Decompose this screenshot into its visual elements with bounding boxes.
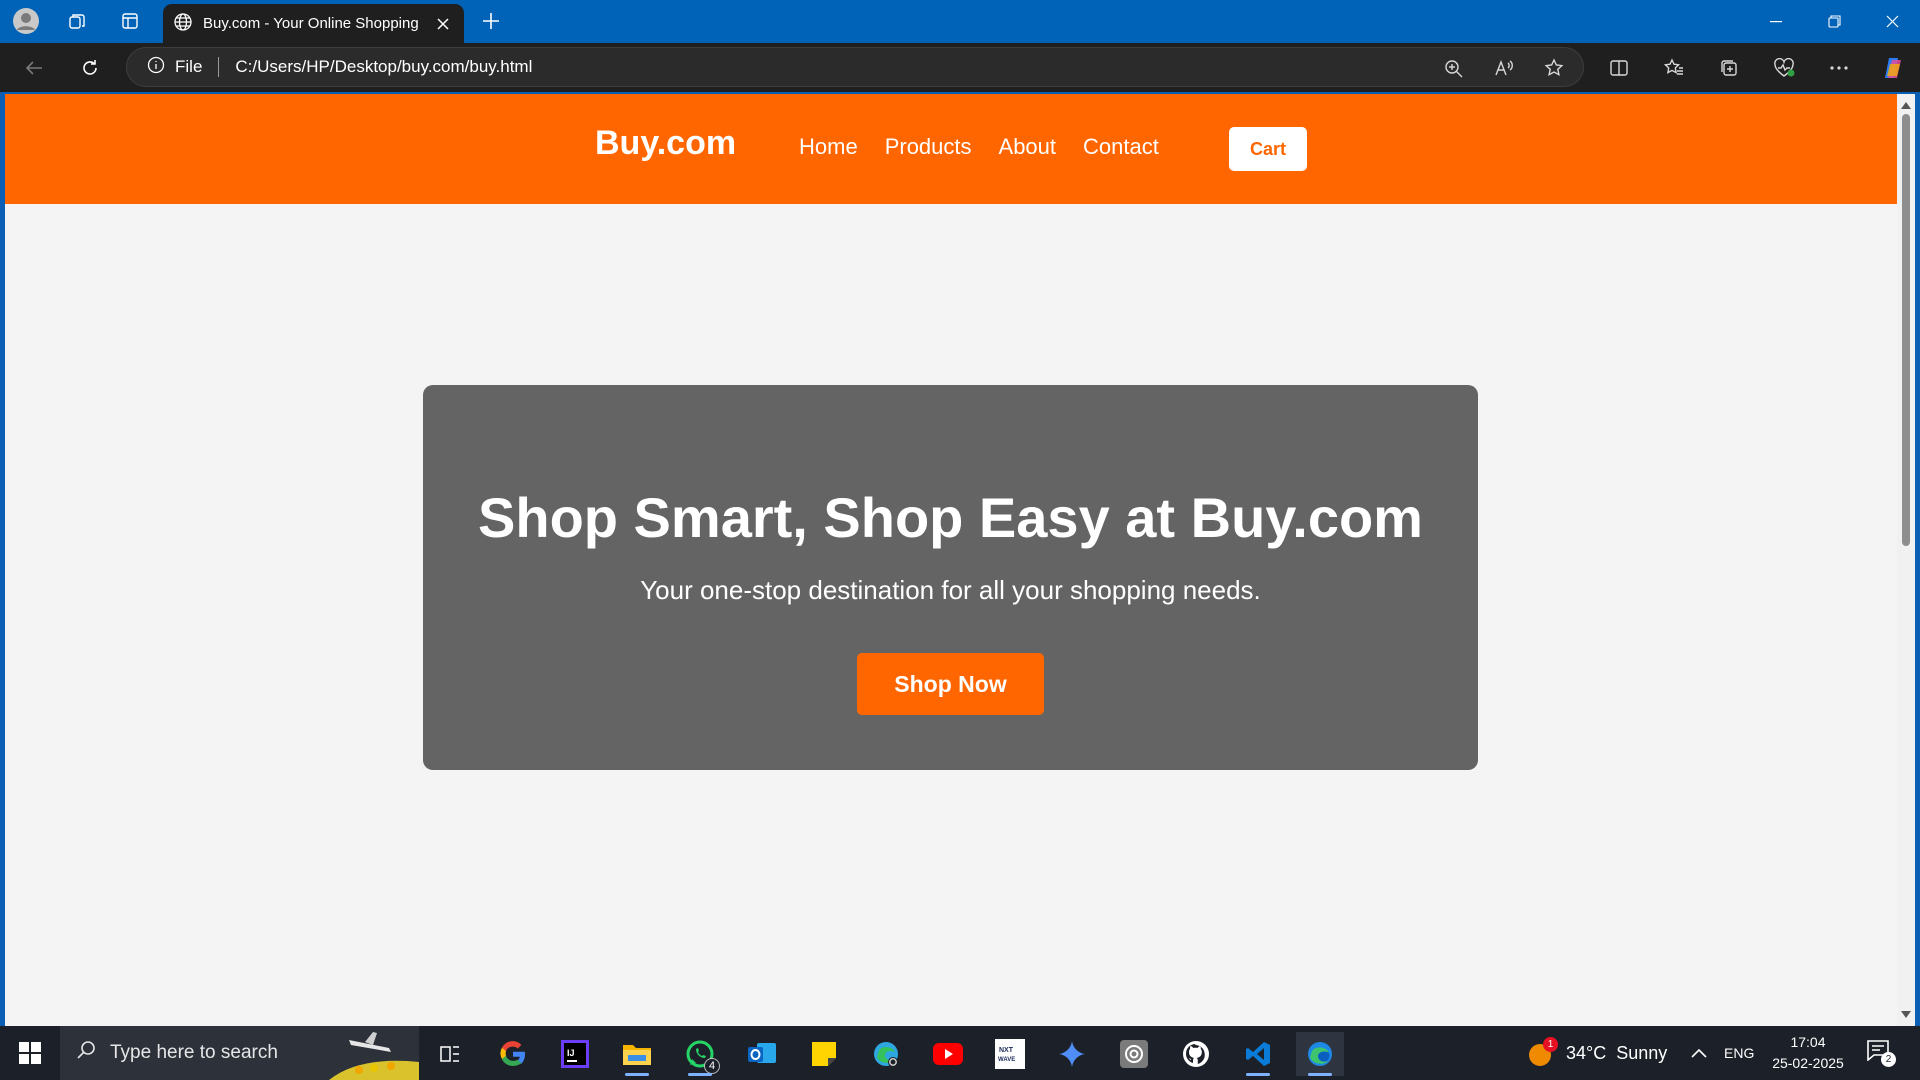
back-icon[interactable] xyxy=(16,51,52,85)
edge-dev-icon[interactable] xyxy=(862,1032,910,1076)
browser-toolbar: File C:/Users/HP/Desktop/buy.com/buy.htm… xyxy=(0,43,1920,92)
system-clock[interactable]: 17:04 25-02-2025 xyxy=(1764,1032,1852,1074)
intellij-icon[interactable]: IJ xyxy=(551,1032,599,1076)
edge-icon[interactable] xyxy=(1296,1032,1344,1076)
globe-icon xyxy=(173,12,193,36)
sticky-notes-icon[interactable] xyxy=(800,1032,848,1076)
windows-start-icon[interactable] xyxy=(12,1038,48,1068)
nxtwave-icon[interactable]: NXT WAVE xyxy=(986,1032,1034,1076)
search-placeholder: Type here to search xyxy=(110,1042,278,1063)
address-divider xyxy=(218,57,220,77)
language-indicator[interactable]: ENG xyxy=(1724,1026,1754,1080)
tab-close-icon[interactable] xyxy=(432,13,454,35)
vscode-running-indicator xyxy=(1246,1073,1270,1076)
weather-alert-badge: 1 xyxy=(1543,1037,1558,1052)
whatsapp-icon[interactable]: 4 xyxy=(676,1032,724,1076)
scroll-down-icon[interactable] xyxy=(1901,1011,1911,1018)
info-icon[interactable] xyxy=(147,56,165,79)
site-nav: Home Products About Contact xyxy=(799,134,1159,160)
profile-avatar-icon[interactable] xyxy=(10,6,42,36)
restore-icon[interactable] xyxy=(1806,0,1862,43)
google-icon[interactable] xyxy=(489,1032,537,1076)
whatsapp-running-indicator xyxy=(688,1073,712,1076)
site-header: Buy.com Home Products About Contact Cart xyxy=(5,94,1897,204)
nav-link-about[interactable]: About xyxy=(999,134,1057,160)
scroll-up-icon[interactable] xyxy=(1901,102,1911,109)
taskbar-search[interactable]: Type here to search xyxy=(60,1026,419,1080)
search-highlight-illustration xyxy=(329,1028,419,1080)
weather-sun-icon: 1 xyxy=(1526,1037,1558,1067)
scrollbar-thumb[interactable] xyxy=(1902,114,1910,546)
show-hidden-icons-icon[interactable] xyxy=(1691,1026,1707,1080)
read-aloud-icon[interactable] xyxy=(1487,51,1521,85)
page-viewport: Buy.com Home Products About Contact Cart… xyxy=(5,94,1897,1026)
vscode-icon[interactable] xyxy=(1234,1032,1282,1076)
new-tab-icon[interactable] xyxy=(475,6,507,36)
weather-widget[interactable]: 1 34°C Sunny xyxy=(1526,1026,1667,1080)
github-icon[interactable] xyxy=(1172,1032,1220,1076)
shop-now-button[interactable]: Shop Now xyxy=(857,653,1044,715)
collections-icon[interactable] xyxy=(1712,51,1746,85)
youtube-icon[interactable] xyxy=(924,1032,972,1076)
address-url[interactable]: C:/Users/HP/Desktop/buy.com/buy.html xyxy=(235,57,532,77)
hero-subtitle: Your one-stop destination for all your s… xyxy=(640,575,1261,605)
browser-essentials-icon[interactable] xyxy=(1767,51,1801,85)
hero-title: Shop Smart, Shop Easy at Buy.com xyxy=(478,486,1423,549)
svg-text:WAVE: WAVE xyxy=(998,1057,1015,1063)
tab-title: Buy.com - Your Online Shopping xyxy=(203,15,419,32)
weather-text: 34°C Sunny xyxy=(1566,1042,1668,1063)
task-view-icon[interactable] xyxy=(426,1032,474,1076)
nav-link-home[interactable]: Home xyxy=(799,134,858,160)
zoom-icon[interactable] xyxy=(1436,51,1470,85)
notification-count-badge: 2 xyxy=(1881,1052,1896,1067)
address-scheme: File xyxy=(175,57,203,76)
whatsapp-unread-badge: 4 xyxy=(704,1058,720,1074)
svg-text:NXT: NXT xyxy=(999,1047,1014,1054)
nav-link-contact[interactable]: Contact xyxy=(1083,134,1159,160)
minimize-icon[interactable] xyxy=(1748,0,1804,43)
clock-date: 25-02-2025 xyxy=(1772,1055,1844,1071)
notifications-icon[interactable]: 2 xyxy=(1866,1026,1896,1080)
clock-time: 17:04 xyxy=(1790,1034,1826,1050)
search-icon xyxy=(76,1040,96,1066)
nav-link-products[interactable]: Products xyxy=(885,134,972,160)
workspaces-icon[interactable] xyxy=(61,6,93,36)
address-bar[interactable]: File C:/Users/HP/Desktop/buy.com/buy.htm… xyxy=(126,47,1584,87)
hero-banner: Shop Smart, Shop Easy at Buy.com Your on… xyxy=(423,385,1478,770)
chatgpt-icon[interactable] xyxy=(1110,1032,1158,1076)
outlook-icon[interactable] xyxy=(738,1032,786,1076)
active-tab[interactable]: Buy.com - Your Online Shopping xyxy=(163,4,464,43)
windows-taskbar: Type here to search IJ 4 NXT WAVE 1 34°C… xyxy=(0,1026,1920,1080)
file-explorer-running-indicator xyxy=(625,1073,649,1076)
favorites-icon[interactable] xyxy=(1657,51,1691,85)
svg-text:IJ: IJ xyxy=(567,1048,575,1058)
gemini-icon[interactable] xyxy=(1048,1032,1096,1076)
edge-running-indicator xyxy=(1308,1073,1332,1076)
cart-button[interactable]: Cart xyxy=(1229,127,1307,171)
vertical-tabs-icon[interactable] xyxy=(114,6,146,36)
site-logo[interactable]: Buy.com xyxy=(595,124,736,163)
favorite-star-icon[interactable] xyxy=(1537,51,1571,85)
split-screen-icon[interactable] xyxy=(1602,51,1636,85)
more-options-icon[interactable] xyxy=(1822,51,1856,85)
copilot-icon[interactable] xyxy=(1876,51,1910,85)
file-explorer-icon[interactable] xyxy=(613,1032,661,1076)
page-scrollbar[interactable] xyxy=(1897,94,1915,1026)
browser-titlebar: Buy.com - Your Online Shopping xyxy=(0,0,1920,43)
close-window-icon[interactable] xyxy=(1864,0,1920,43)
refresh-icon[interactable] xyxy=(72,51,108,85)
